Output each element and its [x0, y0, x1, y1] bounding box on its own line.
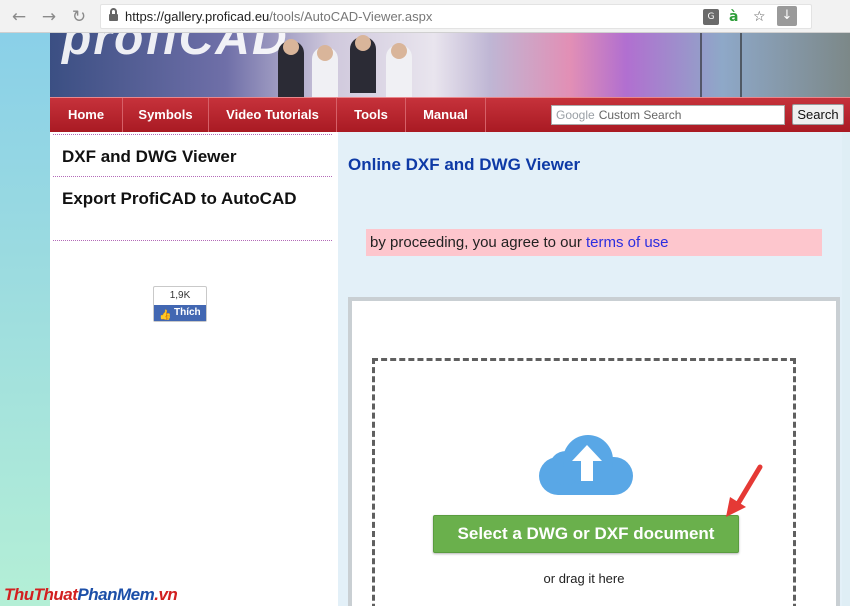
download-icon[interactable]: ↓: [777, 6, 797, 26]
search-button[interactable]: Search: [792, 104, 844, 125]
nav-home[interactable]: Home: [50, 98, 123, 132]
banner-person-image: [386, 43, 412, 97]
banner-pylon-graphic: [700, 33, 702, 97]
address-bar[interactable]: https://gallery.proficad.eu/tools/AutoCA…: [100, 4, 812, 29]
banner-person-image: [312, 45, 338, 97]
sidebar: DXF and DWG Viewer Export ProfiCAD to Au…: [50, 132, 338, 606]
search-input[interactable]: Google Custom Search: [551, 105, 785, 125]
proficad-logo: profiCAD: [62, 33, 289, 65]
page-title: Online DXF and DWG Viewer: [348, 155, 581, 174]
like-label: Thích: [174, 307, 201, 318]
cloud-upload-icon: [539, 433, 633, 497]
nav-tools[interactable]: Tools: [337, 98, 406, 132]
nav-manual[interactable]: Manual: [406, 98, 486, 132]
banner-pylon-graphic: [740, 33, 742, 97]
banner-person-image: [350, 35, 376, 93]
back-icon[interactable]: ←: [8, 6, 30, 28]
url-host: https://gallery.proficad.eu: [125, 9, 270, 24]
banner-person-image: [278, 39, 304, 97]
select-document-button[interactable]: Select a DWG or DXF document: [433, 515, 739, 553]
terms-text: by proceeding, you agree to our: [370, 234, 586, 251]
terms-notice: by proceeding, you agree to our terms of…: [366, 229, 822, 256]
terms-of-use-link[interactable]: terms of use: [586, 234, 669, 251]
browser-toolbar: ← → ↻ https://gallery.proficad.eu/tools/…: [0, 0, 850, 33]
lock-icon: [109, 8, 118, 22]
main-content: Online DXF and DWG Viewer by proceeding,…: [338, 132, 842, 606]
like-button[interactable]: 👍 Thích: [154, 305, 206, 321]
reload-icon[interactable]: ↻: [68, 6, 90, 28]
extension-icon[interactable]: à: [729, 8, 738, 26]
nav-video-tutorials[interactable]: Video Tutorials: [209, 98, 337, 132]
red-arrow-annotation-icon: [726, 464, 763, 517]
url-text[interactable]: https://gallery.proficad.eu/tools/AutoCA…: [125, 9, 432, 24]
drag-hint: or drag it here: [543, 571, 625, 586]
search-placeholder: Custom Search: [598, 108, 682, 122]
sidebar-link-dxf-dwg-viewer[interactable]: DXF and DWG Viewer: [53, 134, 332, 176]
sidebar-link-export-proficad[interactable]: Export ProfiCAD to AutoCAD: [53, 176, 332, 241]
thumbs-up-icon: 👍: [159, 310, 172, 321]
watermark-logo: ThuThuatPhanMem.vn: [4, 585, 178, 605]
left-gradient-margin: [0, 33, 50, 606]
header-banner: profiCAD: [50, 33, 850, 97]
upload-panel: Select a DWG or DXF document or drag it …: [348, 297, 840, 606]
nav-symbols[interactable]: Symbols: [123, 98, 209, 132]
watermark-part: ThuThuat: [4, 585, 78, 604]
web-page: profiCAD Home Symbols Video Tutorials To…: [0, 33, 850, 606]
facebook-like-widget[interactable]: 1,9K 👍 Thích: [153, 286, 207, 322]
translate-icon[interactable]: G: [703, 9, 719, 25]
main-navigation: Home Symbols Video Tutorials Tools Manua…: [50, 97, 850, 132]
google-brand-label: Google: [556, 108, 595, 122]
watermark-part: PhanMem: [77, 585, 155, 604]
url-path: /tools/AutoCAD-Viewer.aspx: [269, 9, 433, 24]
forward-icon[interactable]: →: [38, 6, 60, 28]
watermark-part: .vn: [154, 585, 178, 604]
bookmark-star-icon[interactable]: ☆: [753, 8, 766, 26]
like-count: 1,9K: [169, 290, 191, 301]
